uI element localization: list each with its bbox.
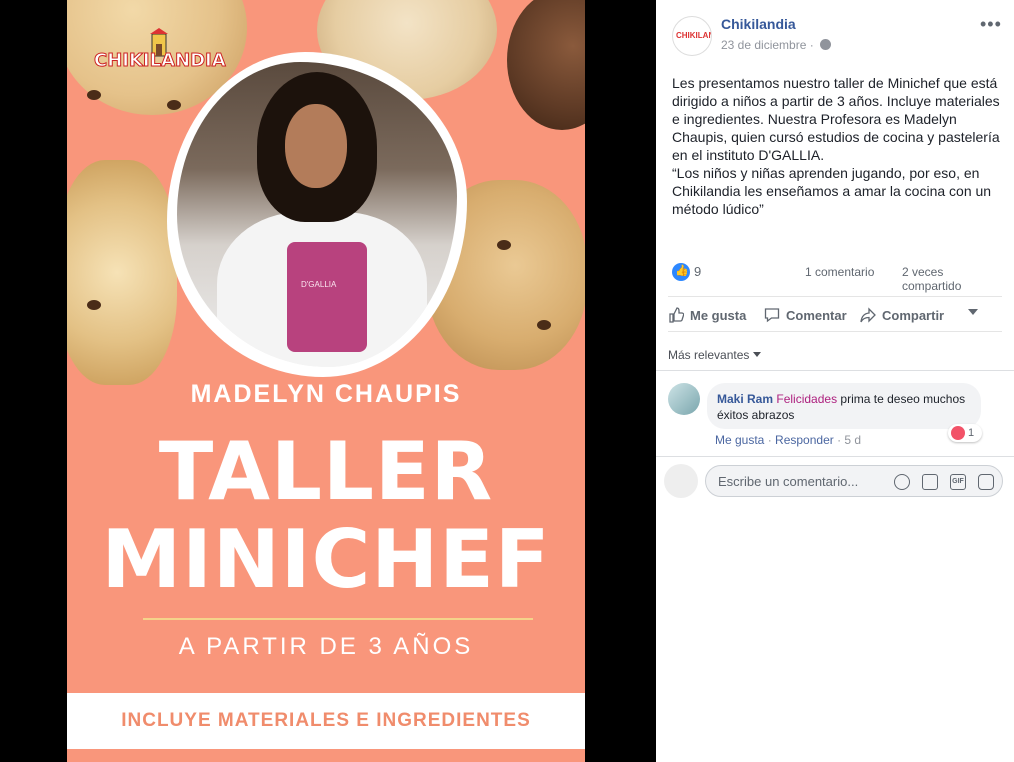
emoji-icon[interactable] [894,474,910,490]
divider [656,370,1014,371]
post-side-panel: CHIKILANDIA Chikilandia 23 de diciembre … [656,0,1014,762]
comment-age[interactable]: 5 d [844,433,861,447]
audience-selector[interactable] [968,309,978,315]
like-button[interactable]: Me gusta [668,307,746,323]
post-stats: 9 1 comentario 2 veces compartido [672,262,1000,293]
love-reaction-icon[interactable]: 1 [948,424,982,442]
logo-word: CHIKILANDIA [94,50,227,72]
poster-title-line2: MINICHEF [101,513,551,606]
poster-subtitle: MADELYN CHAUPIS [190,380,462,408]
commenter-avatar[interactable] [668,383,700,415]
write-comment-placeholder: Escribe un comentario... [718,474,859,489]
share-icon [860,307,876,323]
chevron-down-icon [753,352,762,357]
page-name-link[interactable]: Chikilandia [721,16,796,32]
comment-bubble: Maki Ram Felicidades prima te deseo much… [707,383,981,429]
cookie-decoration [67,160,177,385]
chocolate-chip [537,320,551,330]
like-count[interactable]: 9 [694,264,701,279]
caption-paragraph: Les presentamos nuestro taller de Minich… [672,75,1000,163]
apron-text: D'GALLIA [301,280,337,289]
comment-tag[interactable]: Felicidades [776,392,837,406]
comment-icon [764,308,780,323]
poster-title-line1: TALLER [158,425,494,518]
chocolate-chip [167,100,181,110]
cookie-decoration [507,0,585,130]
audience-caret-icon [968,309,978,315]
comment-button[interactable]: Comentar [764,307,847,323]
poster-divider [143,618,533,620]
post-actions: Me gusta Comentar Compartir [668,296,1002,332]
write-comment-input[interactable]: Escribe un comentario... GIF [705,465,1003,497]
like-icon [669,307,684,323]
comment-label: Comentar [786,308,847,323]
comment-reply-link[interactable]: Responder [775,433,834,447]
viewer-avatar [664,464,698,498]
sticker-icon[interactable] [978,474,994,490]
page-avatar[interactable]: CHIKILANDIA [672,16,712,56]
gif-icon[interactable]: GIF [950,474,966,490]
comment-sort-label: Más relevantes [668,348,750,362]
comment-reaction-count: 1 [968,427,975,439]
comment-sort[interactable]: Más relevantes [668,348,762,362]
comment-actions: Me gusta · Responder · 5 d [715,433,862,447]
post-date[interactable]: 23 de diciembre [721,38,806,52]
poster-logo: CHIKILANDIA [94,28,234,80]
poster-age: A PARTIR DE 3 AÑOS [178,633,474,660]
caption-quote: “Los niños y niñas aprenden jugando, por… [672,165,992,217]
chocolate-chip [497,240,511,250]
post-caption: Les presentamos nuestro taller de Minich… [672,74,1002,218]
post-meta: 23 de diciembre · [721,38,832,52]
teacher-photo-frame: D'GALLIA [167,52,467,377]
like-label: Me gusta [690,308,747,323]
poster-banner-text: INCLUYE MATERIALES E INGREDIENTES [121,710,531,731]
more-icon[interactable]: ••• [980,14,1002,35]
camera-icon[interactable] [922,474,938,490]
comment-count[interactable]: 1 comentario [805,265,874,279]
teacher-face [285,104,347,188]
apron: D'GALLIA [287,242,367,352]
commenter-name[interactable]: Maki Ram [717,392,773,406]
share-label: Compartir [882,308,945,323]
chocolate-chip [87,90,101,100]
poster-image: CHIKILANDIA D'GALLIA MADELYN CHAUPIS TAL… [67,0,585,762]
photo-viewer: CHIKILANDIA D'GALLIA MADELYN CHAUPIS TAL… [0,0,656,762]
comment-like-link[interactable]: Me gusta [715,433,764,447]
share-count[interactable]: 2 veces compartido [902,265,1000,293]
like-reaction-icon[interactable] [672,263,690,281]
teacher-photo: D'GALLIA [177,62,457,367]
share-button[interactable]: Compartir [860,307,944,323]
divider [656,456,1014,457]
chocolate-chip [87,300,101,310]
globe-icon [820,39,832,50]
page-avatar-logo: CHIKILANDIA [676,31,711,40]
